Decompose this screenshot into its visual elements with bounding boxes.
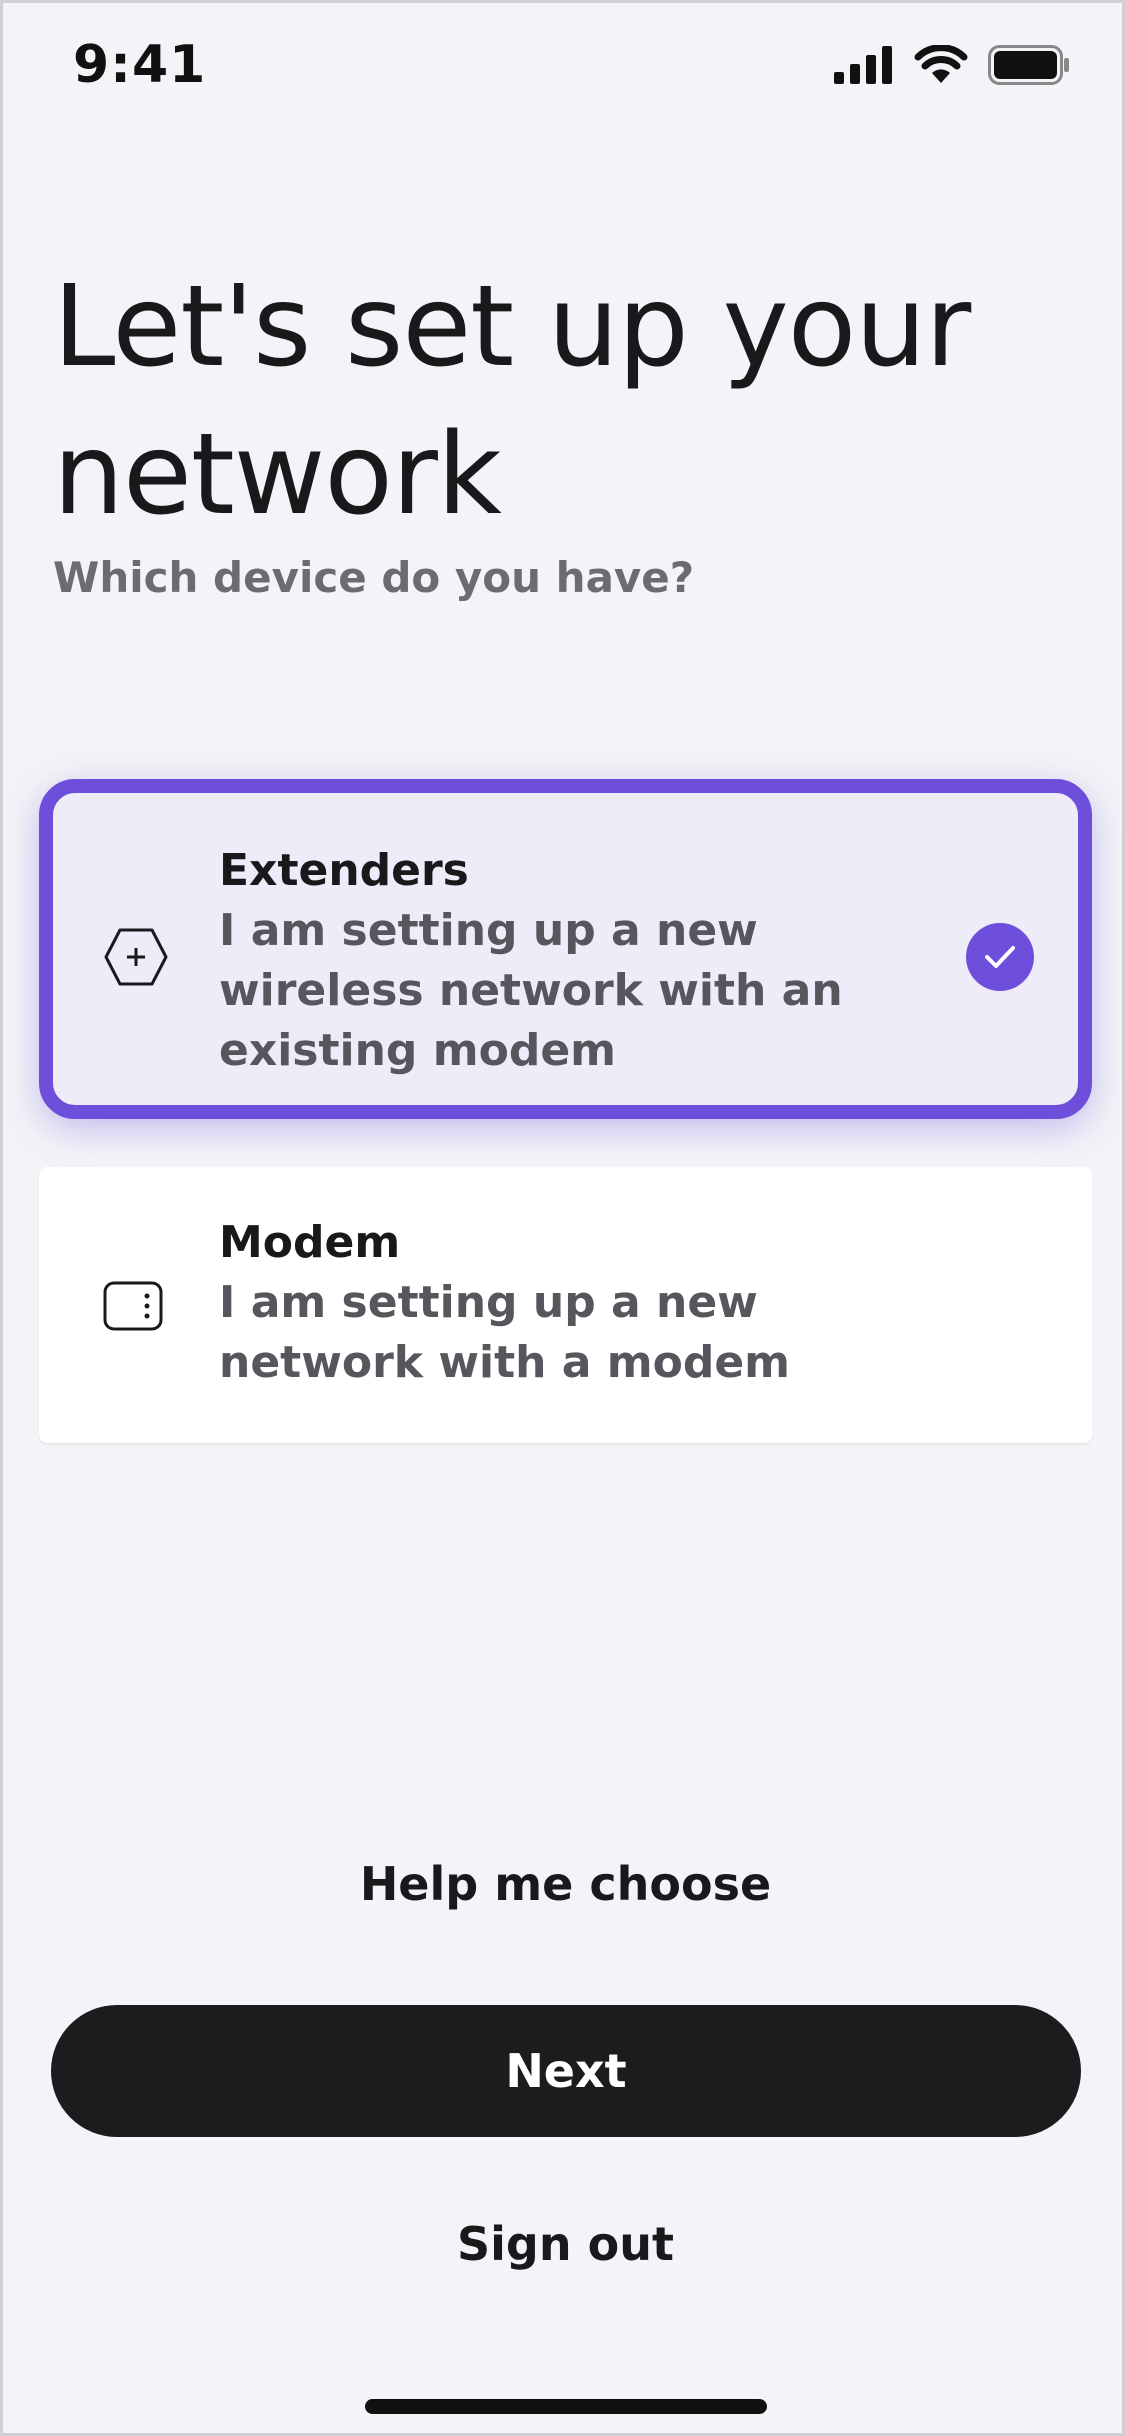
hexagon-plus-icon <box>103 927 169 991</box>
option-card-modem[interactable]: Modem I am setting up a new network with… <box>39 1167 1092 1443</box>
option-title: Extenders <box>219 845 469 896</box>
option-text: Modem I am setting up a new network with… <box>219 1213 899 1393</box>
next-button[interactable]: Next <box>51 2005 1081 2137</box>
status-bar: 9:41 <box>3 3 1125 135</box>
option-card-extenders[interactable]: Extenders I am setting up a new wireless… <box>39 779 1092 1119</box>
option-text: Extenders I am setting up a new wireless… <box>219 841 899 1081</box>
option-description: I am setting up a new wireless network w… <box>219 905 843 1076</box>
option-description: I am setting up a new network with a mod… <box>219 1277 791 1388</box>
help-me-choose-link[interactable]: Help me choose <box>3 1857 1125 1911</box>
cellular-signal-icon <box>834 46 894 88</box>
wifi-icon <box>914 44 968 89</box>
page-title: Let's set up your network <box>53 262 971 540</box>
status-icons <box>834 44 1070 89</box>
sign-out-link[interactable]: Sign out <box>3 2217 1125 2271</box>
page-subtitle: Which device do you have? <box>53 553 695 602</box>
check-icon <box>966 923 1034 991</box>
status-time: 9:41 <box>73 35 207 95</box>
battery-icon <box>988 45 1070 89</box>
modem-device-icon <box>103 1281 163 1335</box>
app-screen: 9:41 Let's set up your network Which dev… <box>0 0 1125 2436</box>
home-indicator <box>365 2399 767 2414</box>
option-title: Modem <box>219 1217 401 1268</box>
